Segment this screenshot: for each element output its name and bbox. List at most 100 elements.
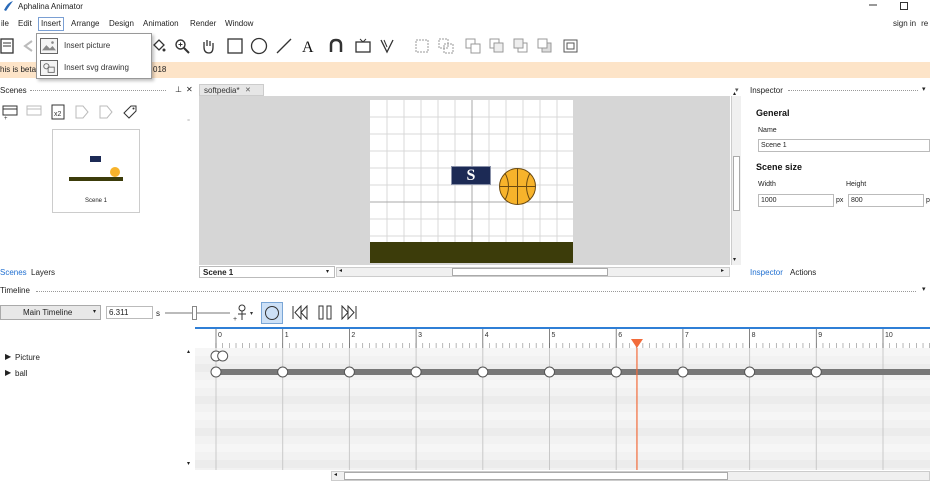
menu-arrange[interactable]: Arrange [69, 17, 101, 31]
timeline-selector[interactable]: Main Timeline ▾ [0, 305, 101, 320]
move-scene-up-icon[interactable] [73, 103, 91, 121]
scene-properties-icon[interactable] [121, 103, 139, 121]
record-button[interactable] [261, 302, 283, 324]
keyframe[interactable] [810, 366, 822, 378]
expand-arrow-icon[interactable]: ▶ [5, 368, 11, 377]
beta-text: his is beta [0, 65, 37, 74]
tab-actions[interactable]: Actions [790, 268, 816, 277]
menu-window[interactable]: Window [223, 17, 255, 31]
keyframe-area[interactable] [195, 348, 930, 470]
menu-insert[interactable]: Insert [38, 17, 65, 31]
tab-scenes[interactable]: Scenes [0, 268, 27, 277]
insert-picture-item[interactable]: Insert picture [38, 35, 150, 56]
add-scene-icon[interactable]: + [1, 103, 19, 121]
rectangle-tool-icon[interactable] [224, 35, 246, 57]
align-icon[interactable] [560, 35, 582, 57]
pause-icon[interactable] [316, 305, 334, 320]
track-row[interactable]: ▶ ball [0, 366, 190, 380]
track-row[interactable]: ▶ Picture [0, 350, 190, 364]
keyframe[interactable] [477, 366, 489, 378]
menu-design[interactable]: Design [107, 17, 136, 31]
scroll-left-icon[interactable]: ◂ [334, 471, 337, 478]
tab-inspector[interactable]: Inspector [750, 268, 783, 277]
keyframe[interactable] [677, 366, 689, 378]
name-label: Name [758, 127, 777, 134]
zoom-icon[interactable] [171, 35, 193, 57]
send-back-icon[interactable] [534, 35, 556, 57]
bring-forward-icon[interactable] [486, 35, 508, 57]
ground-shape[interactable] [370, 242, 573, 263]
menu-edit[interactable]: Edit [16, 17, 34, 31]
tab-document[interactable]: softpedia* ✕ [199, 84, 264, 96]
scroll-right-icon[interactable]: ▸ [721, 267, 724, 274]
ungroup-icon[interactable] [435, 35, 457, 57]
close-panel-icon[interactable]: ✕ [186, 85, 193, 94]
scroll-up-icon[interactable]: ▴ [187, 348, 190, 355]
track-stripe [195, 380, 930, 388]
video-icon[interactable] [352, 35, 374, 57]
keyframe[interactable] [410, 366, 422, 378]
rewind-icon[interactable] [291, 305, 309, 320]
keyframe[interactable] [210, 366, 222, 378]
playhead-marker[interactable] [630, 339, 643, 348]
group-icon[interactable] [411, 35, 433, 57]
track-stripe [195, 412, 930, 420]
track-stripe [195, 444, 930, 452]
name-field[interactable]: Scene 1 [758, 139, 930, 152]
ellipse-tool-icon[interactable] [248, 35, 270, 57]
fast-forward-icon[interactable] [340, 305, 358, 320]
scroll-up-icon[interactable]: ▴ [733, 90, 736, 97]
duplicate-scene-icon[interactable]: x2 [49, 103, 67, 121]
maximize-icon[interactable] [900, 2, 908, 10]
general-heading: General [756, 108, 790, 118]
line-tool-icon[interactable] [273, 35, 295, 57]
scroll-left-icon[interactable]: ◂ [339, 267, 342, 274]
ruler-label: 1 [285, 332, 289, 339]
magnet-icon[interactable] [325, 35, 347, 57]
logo-picture[interactable]: S [451, 166, 491, 185]
scroll-down-icon[interactable]: ▾ [187, 460, 190, 467]
keyframe-icon[interactable]: +▾ [233, 302, 255, 322]
bring-front-icon[interactable] [462, 35, 484, 57]
insert-svg-item[interactable]: Insert svg drawing [38, 57, 150, 78]
move-scene-down-icon[interactable] [97, 103, 115, 121]
panel-menu-icon[interactable]: ⁼ [187, 118, 190, 125]
save-icon[interactable] [0, 35, 18, 57]
brush-icon[interactable] [376, 35, 398, 57]
keyframe[interactable] [610, 366, 622, 378]
hand-tool-icon[interactable] [197, 35, 219, 57]
panel-menu-icon[interactable]: ▾ [922, 85, 926, 93]
timeline-hscroll[interactable]: ◂ [331, 471, 930, 481]
close-tab-icon[interactable]: ✕ [245, 86, 251, 94]
time-field[interactable]: 6.311 [106, 306, 153, 319]
sign-in-link[interactable]: sign in re [893, 19, 928, 28]
menu-render[interactable]: Render [188, 17, 218, 31]
keyframe[interactable] [277, 366, 289, 378]
zoom-slider[interactable] [165, 306, 230, 320]
tab-layers[interactable]: Layers [31, 268, 55, 277]
keyframe[interactable] [217, 350, 229, 362]
time-ruler[interactable]: 0 1 2 3 4 5 6 7 8 9 10 [195, 329, 930, 348]
expand-arrow-icon[interactable]: ▶ [5, 352, 11, 361]
width-field[interactable]: 1000 [758, 194, 834, 207]
height-field[interactable]: 800 [848, 194, 924, 207]
text-tool-icon[interactable]: A [297, 35, 319, 57]
scroll-down-icon[interactable]: ▾ [733, 256, 736, 263]
keyframe[interactable] [744, 366, 756, 378]
pin-icon[interactable]: ⊥ [175, 85, 182, 94]
send-backward-icon[interactable] [510, 35, 532, 57]
ruler-label: 4 [485, 332, 489, 339]
svg-drawing-icon [40, 59, 58, 76]
canvas-vscroll[interactable] [731, 96, 741, 265]
panel-menu-icon[interactable]: ▾ [922, 285, 926, 293]
scene-selector[interactable]: Scene 1 ▾ [199, 266, 335, 278]
tween-bar[interactable] [216, 369, 930, 375]
minimize-icon[interactable] [867, 0, 879, 10]
menu-animation[interactable]: Animation [141, 17, 181, 31]
keyframe[interactable] [343, 366, 355, 378]
basketball-shape[interactable] [498, 167, 537, 206]
canvas-hscroll[interactable]: ◂ ▸ [336, 267, 730, 277]
menu-file[interactable]: ile [0, 17, 11, 31]
delete-scene-icon[interactable] [25, 103, 43, 121]
keyframe[interactable] [544, 366, 555, 378]
